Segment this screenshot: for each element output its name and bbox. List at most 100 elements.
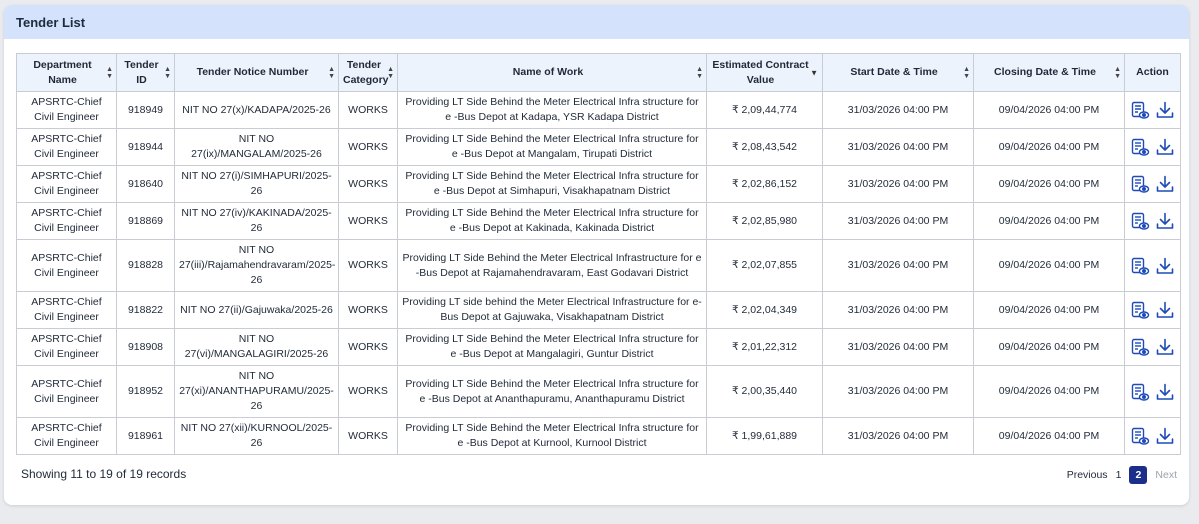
sort-desc-icon[interactable]: ▼ — [810, 65, 818, 80]
view-document-icon[interactable] — [1130, 256, 1150, 276]
tender-id-cell: 918869 — [116, 202, 175, 240]
start-date-cell: 31/03/2026 04:00 PM — [822, 365, 974, 418]
value-cell: ₹ 2,00,35,440 — [706, 365, 823, 418]
sort-icon[interactable]: ▲ ▼ — [696, 66, 703, 80]
action-cell — [1124, 365, 1181, 418]
column-header[interactable]: Tender Notice Number ▲ ▼ — [174, 53, 339, 92]
column-header-label: Tender Notice Number — [196, 66, 309, 78]
action-cell — [1124, 328, 1181, 366]
tender-id-cell: 918640 — [116, 165, 175, 203]
table-row: APSRTC-Chief Civil Engineer 918949 NIT NO … — [16, 91, 1181, 129]
column-header-label: Start Date & Time — [850, 66, 938, 78]
download-icon[interactable] — [1155, 137, 1175, 157]
action-icons — [1125, 426, 1180, 446]
closing-date-cell: 09/04/2026 04:00 PM — [973, 239, 1125, 292]
table-row: APSRTC-Chief Civil Engineer 918822 NIT NO … — [16, 291, 1181, 329]
closing-date-cell: 09/04/2026 04:00 PM — [973, 202, 1125, 240]
column-header-label: Name of Work — [512, 66, 584, 78]
column-header[interactable]: Name of Work ▲ ▼ — [397, 53, 707, 92]
view-document-icon[interactable] — [1130, 211, 1150, 231]
table-row: APSRTC-Chief Civil Engineer 918944 NIT NO … — [16, 128, 1181, 166]
dept-cell: APSRTC-Chief Civil Engineer — [16, 365, 117, 418]
closing-date-cell: 09/04/2026 04:00 PM — [973, 365, 1125, 418]
table-row: APSRTC-Chief Civil Engineer 918828 NIT NO … — [16, 239, 1181, 292]
sort-icon[interactable]: ▲ ▼ — [963, 66, 970, 80]
column-header[interactable]: Department Name ▲ ▼ — [16, 53, 117, 92]
value-cell: ₹ 2,02,86,152 — [706, 165, 823, 203]
sort-icon[interactable]: ▲ ▼ — [328, 66, 335, 80]
download-icon[interactable] — [1155, 256, 1175, 276]
action-cell — [1124, 91, 1181, 129]
sort-icon[interactable]: ▲ ▼ — [1114, 66, 1121, 80]
action-icons — [1125, 174, 1180, 194]
view-document-icon[interactable] — [1130, 382, 1150, 402]
category-cell: WORKS — [338, 328, 398, 366]
tender-table: Department Name ▲ ▼ Tender ID ▲ ▼ Tender Notic… — [16, 53, 1181, 455]
value-cell: ₹ 2,08,43,542 — [706, 128, 823, 166]
download-icon[interactable] — [1155, 174, 1175, 194]
tender-id-cell: 918949 — [116, 91, 175, 129]
download-icon[interactable] — [1155, 426, 1175, 446]
pagination-previous[interactable]: Previous — [1067, 469, 1108, 481]
action-cell — [1124, 291, 1181, 329]
closing-date-cell: 09/04/2026 04:00 PM — [973, 328, 1125, 366]
tender-list-card: Tender List Department Name ▲ ▼ Tender ID ▲ ▼… — [4, 5, 1189, 505]
tender-id-cell: 918828 — [116, 239, 175, 292]
column-header[interactable]: Tender ID ▲ ▼ — [116, 53, 175, 92]
notice-number-cell: NIT NO 27(i)/SIMHAPURI/2025-26 — [174, 165, 339, 203]
download-icon[interactable] — [1155, 211, 1175, 231]
action-cell — [1124, 128, 1181, 166]
dept-cell: APSRTC-Chief Civil Engineer — [16, 328, 117, 366]
action-icons — [1125, 256, 1180, 276]
value-cell: ₹ 2,02,07,855 — [706, 239, 823, 292]
download-icon[interactable] — [1155, 337, 1175, 357]
download-icon[interactable] — [1155, 300, 1175, 320]
action-cell — [1124, 202, 1181, 240]
column-header[interactable]: Estimated Contract Value ▼ — [706, 53, 823, 92]
view-document-icon[interactable] — [1130, 426, 1150, 446]
start-date-cell: 31/03/2026 04:00 PM — [822, 417, 974, 455]
category-cell: WORKS — [338, 239, 398, 292]
table-row: APSRTC-Chief Civil Engineer 918952 NIT NO … — [16, 365, 1181, 418]
sort-icon[interactable]: ▲ ▼ — [164, 66, 171, 80]
view-document-icon[interactable] — [1130, 337, 1150, 357]
work-cell: Providing LT side behind the Meter Elect… — [397, 291, 707, 329]
column-header-label: Tender ID — [124, 58, 159, 86]
work-cell: Providing LT Side Behind the Meter Elect… — [397, 328, 707, 366]
view-document-icon[interactable] — [1130, 174, 1150, 194]
dept-cell: APSRTC-Chief Civil Engineer — [16, 239, 117, 292]
column-header: Action — [1124, 53, 1181, 92]
pagination-page-2[interactable]: 2 — [1129, 466, 1148, 484]
download-icon[interactable] — [1155, 100, 1175, 120]
view-document-icon[interactable] — [1130, 137, 1150, 157]
pagination-page-1[interactable]: 1 — [1116, 469, 1122, 481]
sort-icon[interactable]: ▲ ▼ — [387, 66, 394, 80]
view-document-icon[interactable] — [1130, 100, 1150, 120]
start-date-cell: 31/03/2026 04:00 PM — [822, 165, 974, 203]
value-cell: ₹ 2,02,04,349 — [706, 291, 823, 329]
column-header[interactable]: Tender Category ▲ ▼ — [338, 53, 398, 92]
start-date-cell: 31/03/2026 04:00 PM — [822, 202, 974, 240]
view-document-icon[interactable] — [1130, 300, 1150, 320]
table-row: APSRTC-Chief Civil Engineer 918908 NIT NO … — [16, 328, 1181, 366]
sort-icon[interactable]: ▲ ▼ — [106, 66, 113, 80]
download-icon[interactable] — [1155, 382, 1175, 402]
action-icons — [1125, 137, 1180, 157]
work-cell: Providing LT Side Behind the Meter Elect… — [397, 365, 707, 418]
pagination-pages: 12 — [1116, 466, 1148, 484]
pagination-next[interactable]: Next — [1155, 469, 1177, 481]
column-header-label: Closing Date & Time — [994, 66, 1096, 78]
start-date-cell: 31/03/2026 04:00 PM — [822, 239, 974, 292]
column-header[interactable]: Start Date & Time ▲ ▼ — [822, 53, 974, 92]
work-cell: Providing LT Side Behind the Meter Elect… — [397, 202, 707, 240]
work-cell: Providing LT Side Behind the Meter Elect… — [397, 239, 707, 292]
value-cell: ₹ 2,01,22,312 — [706, 328, 823, 366]
notice-number-cell: NIT NO 27(iii)/Rajamahendravaram/2025-26 — [174, 239, 339, 292]
value-cell: ₹ 2,02,85,980 — [706, 202, 823, 240]
column-header[interactable]: Closing Date & Time ▲ ▼ — [973, 53, 1125, 92]
tender-id-cell: 918822 — [116, 291, 175, 329]
dept-cell: APSRTC-Chief Civil Engineer — [16, 417, 117, 455]
tender-id-cell: 918908 — [116, 328, 175, 366]
column-header-label: Department Name — [33, 58, 92, 86]
column-header-label: Action — [1136, 66, 1169, 78]
